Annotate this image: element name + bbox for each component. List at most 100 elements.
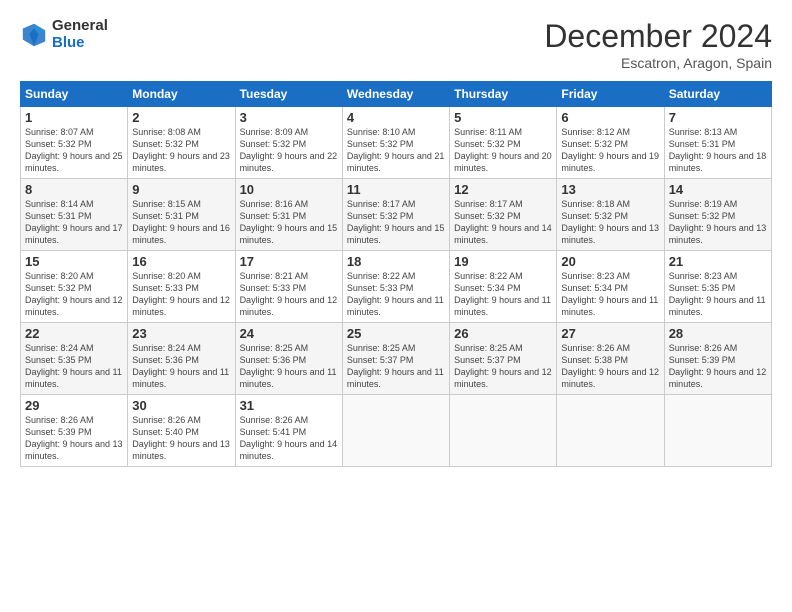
table-cell: 3 Sunrise: 8:09 AMSunset: 5:32 PMDaylight… [235, 107, 342, 179]
day-number: 20 [561, 254, 659, 269]
cell-info: Sunrise: 8:19 AMSunset: 5:32 PMDaylight:… [669, 199, 767, 245]
cell-info: Sunrise: 8:14 AMSunset: 5:31 PMDaylight:… [25, 199, 123, 245]
cell-info: Sunrise: 8:17 AMSunset: 5:32 PMDaylight:… [454, 199, 552, 245]
col-saturday: Saturday [664, 82, 771, 107]
day-number: 18 [347, 254, 445, 269]
table-cell: 31Sunrise: 8:26 AMSunset: 5:41 PMDayligh… [235, 395, 342, 467]
table-cell: 12 Sunrise: 8:17 AMSunset: 5:32 PMDayligh… [450, 179, 557, 251]
logo: General Blue [20, 18, 108, 51]
month-title: December 2024 [544, 18, 772, 55]
day-number: 8 [25, 182, 123, 197]
calendar-table: Sunday Monday Tuesday Wednesday Thursday… [20, 81, 772, 467]
cell-info: Sunrise: 8:15 AMSunset: 5:31 PMDaylight:… [132, 199, 230, 245]
day-number: 3 [240, 110, 338, 125]
day-number: 11 [347, 182, 445, 197]
table-row: 8 Sunrise: 8:14 AMSunset: 5:31 PMDaylight… [21, 179, 772, 251]
day-number: 14 [669, 182, 767, 197]
table-cell: 21 Sunrise: 8:23 AMSunset: 5:35 PMDayligh… [664, 251, 771, 323]
cell-info: Sunrise: 8:20 AMSunset: 5:33 PMDaylight:… [132, 271, 230, 317]
cell-info: Sunrise: 8:17 AMSunset: 5:32 PMDaylight:… [347, 199, 445, 245]
table-cell: 10Sunrise: 8:16 AMSunset: 5:31 PMDayligh… [235, 179, 342, 251]
day-number: 19 [454, 254, 552, 269]
day-number: 27 [561, 326, 659, 341]
table-cell [342, 395, 449, 467]
table-cell: 16Sunrise: 8:20 AMSunset: 5:33 PMDayligh… [128, 251, 235, 323]
cell-info: Sunrise: 8:26 AMSunset: 5:41 PMDaylight:… [240, 415, 338, 461]
cell-info: Sunrise: 8:26 AMSunset: 5:38 PMDaylight:… [561, 343, 659, 389]
day-number: 15 [25, 254, 123, 269]
day-number: 30 [132, 398, 230, 413]
logo-blue-text: Blue [52, 35, 108, 52]
table-cell: 9 Sunrise: 8:15 AMSunset: 5:31 PMDaylight… [128, 179, 235, 251]
location-text: Escatron, Aragon, Spain [544, 55, 772, 71]
cell-info: Sunrise: 8:22 AMSunset: 5:33 PMDaylight:… [347, 271, 444, 317]
table-cell: 24Sunrise: 8:25 AMSunset: 5:36 PMDayligh… [235, 323, 342, 395]
cell-info: Sunrise: 8:07 AMSunset: 5:32 PMDaylight:… [25, 127, 123, 173]
logo-general-text: General [52, 18, 108, 35]
table-cell: 8 Sunrise: 8:14 AMSunset: 5:31 PMDaylight… [21, 179, 128, 251]
table-row: 1Sunrise: 8:07 AMSunset: 5:32 PMDaylight… [21, 107, 772, 179]
table-row: 15Sunrise: 8:20 AMSunset: 5:32 PMDayligh… [21, 251, 772, 323]
cell-info: Sunrise: 8:11 AMSunset: 5:32 PMDaylight:… [454, 127, 552, 173]
day-number: 5 [454, 110, 552, 125]
cell-info: Sunrise: 8:23 AMSunset: 5:35 PMDaylight:… [669, 271, 766, 317]
day-number: 12 [454, 182, 552, 197]
table-cell [664, 395, 771, 467]
cell-info: Sunrise: 8:26 AMSunset: 5:39 PMDaylight:… [25, 415, 123, 461]
cell-info: Sunrise: 8:21 AMSunset: 5:33 PMDaylight:… [240, 271, 338, 317]
table-cell: 15Sunrise: 8:20 AMSunset: 5:32 PMDayligh… [21, 251, 128, 323]
cell-info: Sunrise: 8:08 AMSunset: 5:32 PMDaylight:… [132, 127, 230, 173]
cell-info: Sunrise: 8:16 AMSunset: 5:31 PMDaylight:… [240, 199, 338, 245]
col-monday: Monday [128, 82, 235, 107]
day-number: 7 [669, 110, 767, 125]
table-cell: 25 Sunrise: 8:25 AMSunset: 5:37 PMDayligh… [342, 323, 449, 395]
cell-info: Sunrise: 8:13 AMSunset: 5:31 PMDaylight:… [669, 127, 767, 173]
col-sunday: Sunday [21, 82, 128, 107]
day-number: 17 [240, 254, 338, 269]
day-number: 25 [347, 326, 445, 341]
table-cell: 29 Sunrise: 8:26 AMSunset: 5:39 PMDayligh… [21, 395, 128, 467]
table-cell: 11 Sunrise: 8:17 AMSunset: 5:32 PMDayligh… [342, 179, 449, 251]
header-row: Sunday Monday Tuesday Wednesday Thursday… [21, 82, 772, 107]
title-block: December 2024 Escatron, Aragon, Spain [544, 18, 772, 71]
day-number: 9 [132, 182, 230, 197]
col-wednesday: Wednesday [342, 82, 449, 107]
day-number: 26 [454, 326, 552, 341]
logo-icon [20, 21, 48, 49]
col-thursday: Thursday [450, 82, 557, 107]
day-number: 29 [25, 398, 123, 413]
table-cell: 4Sunrise: 8:10 AMSunset: 5:32 PMDaylight… [342, 107, 449, 179]
table-cell: 23Sunrise: 8:24 AMSunset: 5:36 PMDayligh… [128, 323, 235, 395]
table-cell: 6Sunrise: 8:12 AMSunset: 5:32 PMDaylight… [557, 107, 664, 179]
col-friday: Friday [557, 82, 664, 107]
table-cell: 26 Sunrise: 8:25 AMSunset: 5:37 PMDayligh… [450, 323, 557, 395]
cell-info: Sunrise: 8:09 AMSunset: 5:32 PMDaylight:… [240, 127, 338, 173]
cell-info: Sunrise: 8:24 AMSunset: 5:36 PMDaylight:… [132, 343, 229, 389]
cell-info: Sunrise: 8:18 AMSunset: 5:32 PMDaylight:… [561, 199, 659, 245]
cell-info: Sunrise: 8:25 AMSunset: 5:37 PMDaylight:… [347, 343, 444, 389]
day-number: 2 [132, 110, 230, 125]
cell-info: Sunrise: 8:24 AMSunset: 5:35 PMDaylight:… [25, 343, 122, 389]
logo-text: General Blue [52, 18, 108, 51]
table-cell: 27 Sunrise: 8:26 AMSunset: 5:38 PMDayligh… [557, 323, 664, 395]
day-number: 24 [240, 326, 338, 341]
table-cell: 17 Sunrise: 8:21 AMSunset: 5:33 PMDayligh… [235, 251, 342, 323]
table-cell: 14 Sunrise: 8:19 AMSunset: 5:32 PMDayligh… [664, 179, 771, 251]
calendar-body: 1Sunrise: 8:07 AMSunset: 5:32 PMDaylight… [21, 107, 772, 467]
table-cell: 22Sunrise: 8:24 AMSunset: 5:35 PMDayligh… [21, 323, 128, 395]
day-number: 6 [561, 110, 659, 125]
cell-info: Sunrise: 8:22 AMSunset: 5:34 PMDaylight:… [454, 271, 551, 317]
table-row: 22Sunrise: 8:24 AMSunset: 5:35 PMDayligh… [21, 323, 772, 395]
table-cell: 1Sunrise: 8:07 AMSunset: 5:32 PMDaylight… [21, 107, 128, 179]
table-cell [450, 395, 557, 467]
day-number: 21 [669, 254, 767, 269]
table-row: 29 Sunrise: 8:26 AMSunset: 5:39 PMDayligh… [21, 395, 772, 467]
day-number: 13 [561, 182, 659, 197]
table-cell [557, 395, 664, 467]
cell-info: Sunrise: 8:10 AMSunset: 5:32 PMDaylight:… [347, 127, 445, 173]
cell-info: Sunrise: 8:25 AMSunset: 5:37 PMDaylight:… [454, 343, 552, 389]
table-cell: 13 Sunrise: 8:18 AMSunset: 5:32 PMDayligh… [557, 179, 664, 251]
table-cell: 20Sunrise: 8:23 AMSunset: 5:34 PMDayligh… [557, 251, 664, 323]
cell-info: Sunrise: 8:26 AMSunset: 5:39 PMDaylight:… [669, 343, 767, 389]
page-container: General Blue December 2024 Escatron, Ara… [0, 0, 792, 477]
